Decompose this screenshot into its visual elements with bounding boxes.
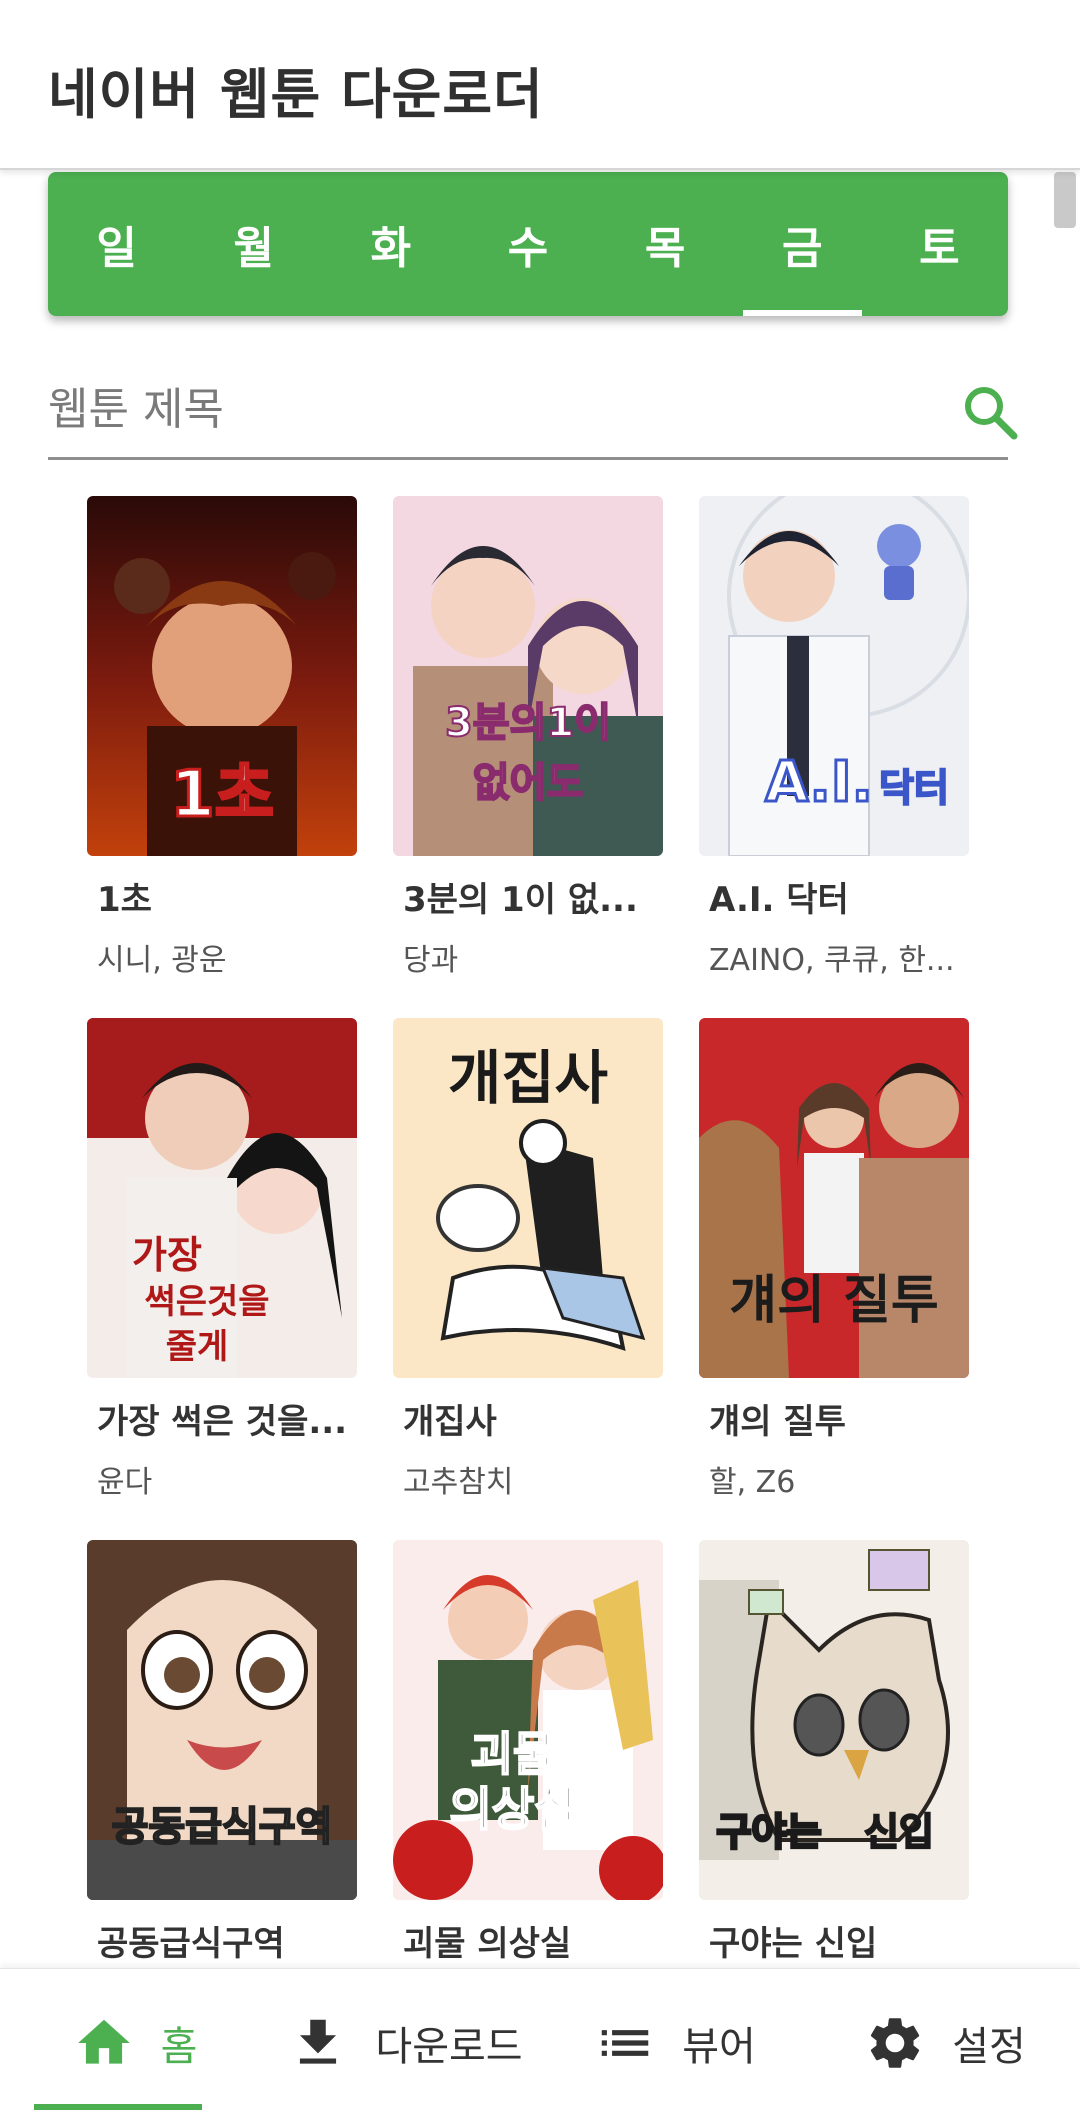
webtoon-card[interactable]: A.I. 닥터 A.I. 닥터 ZAINO, 쿠큐, 한... <box>699 496 969 979</box>
nav-home-label: 홈 <box>160 2023 198 2070</box>
nav-download-label: 다운로드 <box>375 2023 523 2070</box>
webtoon-author: 할, Z6 <box>709 1465 796 1500</box>
svg-text:1초: 1초 <box>170 758 273 832</box>
nav-settings-label: 설정 <box>952 2023 1026 2070</box>
webtoon-cover[interactable]: 걔의 질투 <box>699 1018 969 1378</box>
webtoon-title: 1초 <box>97 880 152 920</box>
webtoon-author: ZAINO, 쿠큐, 한... <box>709 943 955 978</box>
webtoon-cover[interactable]: A.I. 닥터 <box>699 496 969 856</box>
svg-text:A.I.: A.I. <box>765 750 873 815</box>
webtoon-title: 구야는 신입 <box>709 1924 878 1964</box>
webtoon-card[interactable]: 걔의 질투 걔의 질투 할, Z6 <box>699 1018 969 1501</box>
nav-settings[interactable]: 설정 <box>810 1969 1080 2116</box>
download-icon <box>287 2012 349 2074</box>
webtoon-author: 당과 <box>403 943 459 978</box>
webtoon-author: 고추참치 <box>403 1465 514 1500</box>
webtoon-card[interactable]: 괴물 의상실 괴물 의상실 <box>393 1540 663 1979</box>
svg-text:괴물: 괴물 <box>471 1727 556 1781</box>
webtoon-author: 시니, 광운 <box>97 943 227 978</box>
gear-icon <box>864 2012 926 2074</box>
webtoon-title: 걔의 질투 <box>709 1402 846 1442</box>
webtoon-card[interactable]: 공동급식구역 공동급식구역 <box>87 1540 357 1979</box>
app-title: 네이버 웹툰 다운로더 <box>48 63 544 126</box>
webtoon-title: 괴물 의상실 <box>403 1924 572 1964</box>
webtoon-cover[interactable]: 3분의1이 없어도 <box>393 496 663 856</box>
webtoon-cover[interactable]: 구야는 신입 <box>699 1540 969 1900</box>
nav-download[interactable]: 다운로드 <box>270 1969 540 2116</box>
webtoon-cover[interactable]: 1초 <box>87 496 357 856</box>
list-icon <box>594 2012 656 2074</box>
nav-home[interactable]: 홈 <box>0 1969 270 2116</box>
svg-text:줄게: 줄게 <box>166 1327 229 1367</box>
app-bar: 네이버 웹툰 다운로더 <box>0 0 1080 170</box>
webtoon-title: 3분의 1이 없... <box>403 880 638 920</box>
home-icon <box>73 2012 135 2074</box>
bottom-nav: 홈 다운로드 뷰어 설정 <box>0 1968 1080 2116</box>
svg-text:썩은것을: 썩은것을 <box>144 1282 269 1322</box>
webtoon-card[interactable]: 구야는 신입 구야는 신입 <box>699 1540 969 1979</box>
webtoon-cover[interactable]: 가장 썩은것을 줄게 <box>87 1018 357 1378</box>
nav-viewer-label: 뷰어 <box>682 2023 756 2070</box>
webtoon-card[interactable]: 3분의1이 없어도 3분의 1이 없... 당과 <box>393 496 663 979</box>
svg-text:개집사: 개집사 <box>448 1044 608 1112</box>
webtoon-card[interactable]: 1초 1초 시니, 광운 <box>87 496 357 979</box>
svg-text:없어도: 없어도 <box>473 760 583 806</box>
webtoon-card[interactable]: 가장 썩은것을 줄게 가장 썩은 것을... 윤다 <box>87 1018 357 1501</box>
svg-text:구야는: 구야는 <box>717 1810 822 1854</box>
webtoon-cover[interactable]: 괴물 의상실 <box>393 1540 663 1900</box>
svg-text:3분의1이: 3분의1이 <box>445 700 611 746</box>
webtoon-title: A.I. 닥터 <box>709 880 849 920</box>
nav-viewer[interactable]: 뷰어 <box>540 1969 810 2116</box>
webtoon-author: 윤다 <box>97 1465 153 1500</box>
svg-text:공동급식구역: 공동급식구역 <box>112 1804 333 1850</box>
svg-text:신입: 신입 <box>864 1810 934 1854</box>
webtoon-cover[interactable]: 공동급식구역 <box>87 1540 357 1900</box>
svg-text:가장: 가장 <box>132 1232 202 1277</box>
webtoon-cover[interactable]: 개집사 <box>393 1018 663 1378</box>
svg-text:닥터: 닥터 <box>879 766 949 810</box>
svg-text:의상실: 의상실 <box>450 1782 577 1836</box>
svg-text:걔의 질투: 걔의 질투 <box>729 1271 938 1331</box>
webtoon-title: 개집사 <box>403 1402 497 1442</box>
webtoon-grid: 1초 1초 시니, 광운 3분의1이 없어도 3분의 1이 없... 당과 A.… <box>0 0 1080 2116</box>
webtoon-title: 가장 썩은 것을... <box>97 1402 348 1442</box>
webtoon-title: 공동급식구역 <box>97 1924 285 1964</box>
webtoon-card[interactable]: 개집사 개집사 고추참치 <box>393 1018 663 1501</box>
